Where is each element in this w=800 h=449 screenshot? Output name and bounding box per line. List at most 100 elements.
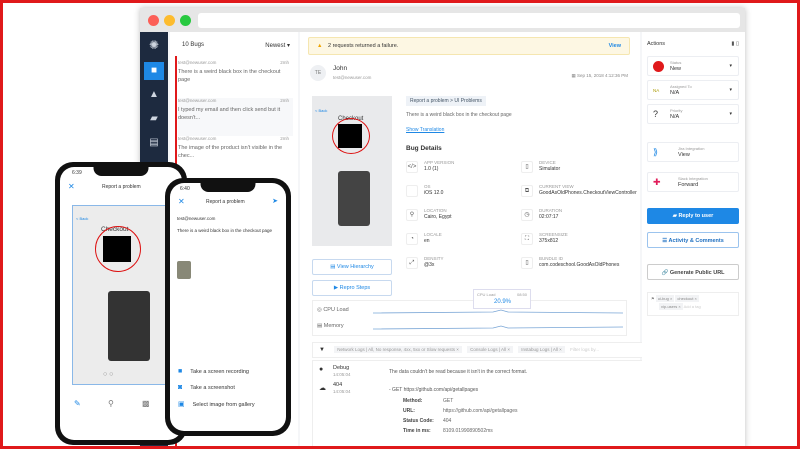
sidebar-crashes-icon[interactable]: ▲ (144, 86, 164, 104)
close-icon[interactable]: ✕ (178, 197, 185, 206)
filter-chip[interactable]: Instabug Logs | All × (518, 346, 565, 353)
assignee-dropdown[interactable]: NA Assigned To N/A ▾ (647, 80, 739, 100)
add-tag-input[interactable]: Add a tag (684, 304, 701, 309)
status-dropdown[interactable]: Status New ▾ (647, 56, 739, 76)
tooltip-value: 20.9% (494, 299, 512, 305)
repro-steps-button[interactable]: ▶ Repro Steps (312, 280, 392, 296)
magnifier-icon[interactable]: ⚲ (108, 399, 114, 408)
sidebar-chats-icon[interactable]: ▰ (144, 110, 164, 128)
detail-label: DENSITY (424, 256, 444, 261)
chevron-down-icon: ▾ (729, 87, 732, 93)
detail-icon: ◔ (406, 233, 418, 245)
tag[interactable]: vip-users × (659, 303, 683, 310)
gallery-option[interactable]: ▣ Select image from gallery (178, 400, 255, 408)
annotated-screenshot[interactable]: < Back Checkout ○ ○ (72, 205, 170, 385)
screenshot-option[interactable]: ◙ Take a screenshot (178, 384, 235, 391)
field-value: 404 (443, 418, 452, 424)
activity-comments-button[interactable]: ☰ Activity & Comments (647, 232, 739, 248)
log-time: 14:05:04 (333, 389, 351, 394)
option-label: Select image from gallery (192, 402, 255, 408)
tag[interactable]: checkout × (675, 295, 699, 302)
warning-icon: ▲ (317, 43, 323, 49)
activity-label: Activity & Comments (668, 238, 724, 244)
list-item[interactable]: test@newuser.com 2mh There is a weird blac… (178, 60, 293, 98)
item-email: test@newuser.com (178, 60, 217, 65)
detail-label: DURATION (539, 208, 563, 213)
filter-input[interactable]: Filter logs by... (570, 347, 599, 352)
sidebar-bugs-icon[interactable]: ■ (144, 62, 164, 80)
screenshot-thumbnail[interactable]: < Back Checkout (312, 96, 392, 246)
blur-icon[interactable]: ▩ (142, 399, 150, 408)
date-text: Sep 15, 2018 4:12:36 PM (576, 73, 628, 78)
detail-icon (406, 185, 418, 197)
phone-title: Report a problem (102, 184, 141, 190)
memory-line (373, 325, 623, 330)
priority-dropdown[interactable]: ? Priority N/A ▾ (647, 104, 739, 124)
email-field[interactable]: test@newuser.com (177, 216, 215, 221)
detail-value: @3x (424, 262, 435, 268)
item-time: 2mh (280, 60, 289, 65)
item-email: test@newuser.com (178, 136, 217, 141)
detail-value: Simulator (539, 166, 561, 172)
tooltip-label: CPU Load (477, 292, 496, 297)
jira-label: Jira Integration (678, 146, 705, 151)
detail-icon: ⤢ (406, 257, 418, 269)
tag[interactable]: ui-bug × (655, 295, 675, 302)
jira-integration[interactable]: ⟫ Jira Integration View (647, 142, 739, 162)
close-window-button[interactable] (148, 15, 159, 26)
list-item[interactable]: test@newuser.com 2mh The image of the prod… (178, 136, 293, 174)
attachment-thumbnail[interactable] (177, 261, 191, 279)
phone-time: 6:40 (180, 186, 190, 192)
maximize-window-button[interactable] (180, 15, 191, 26)
detail-value: en (424, 238, 430, 244)
banner-view-link[interactable]: View (609, 38, 621, 54)
info-icon: ● (319, 366, 324, 373)
pen-icon[interactable]: ✎ (74, 399, 81, 408)
detail-label: BUNDLE ID (539, 256, 564, 261)
item-text: There is a weird black box in the checko… (178, 69, 281, 83)
slack-value: Forward (678, 182, 699, 188)
sort-dropdown[interactable]: Newest ▾ (265, 42, 290, 49)
message-field[interactable]: There is a weird black box in the checko… (177, 227, 282, 234)
minimize-window-button[interactable] (164, 15, 175, 26)
filter-chip[interactable]: Network Logs | All, No response, 4xx, 5x… (334, 346, 462, 353)
field-key: URL: (403, 408, 415, 414)
list-item[interactable]: test@newuser.com 2mh I typed my email and … (178, 98, 293, 136)
detail-item: LOCALE en (424, 232, 519, 244)
screen-recording-option[interactable]: ■ Take a screen recording (178, 368, 249, 375)
option-label: Take a screen recording (190, 369, 249, 375)
export-delete-icons[interactable]: ▮ ▯ (731, 41, 739, 47)
failure-banner: ▲ 2 requests returned a failure. View (308, 37, 630, 55)
chevron-down-icon: ▾ (729, 63, 732, 69)
view-hierarchy-button[interactable]: ▤ View Hierarchy (312, 259, 392, 275)
jira-value: View (678, 152, 690, 158)
view-hierarchy-label: View Hierarchy (336, 264, 374, 270)
reply-to-user-button[interactable]: ▰ Reply to user (647, 208, 739, 224)
repro-steps-label: Repro Steps (339, 285, 371, 291)
bug-count: 10 Bugs (182, 42, 205, 48)
slack-integration[interactable]: ✚ Slack Integration Forward (647, 172, 739, 192)
cpu-line (373, 309, 623, 314)
generate-public-url-button[interactable]: 🔗 Generate Public URL (647, 264, 739, 280)
phone-screen: 6:40 ✕ Report a problem ➤ test@newuser.c… (170, 183, 286, 431)
report-category: Report a problem > UI Problems (406, 96, 486, 106)
zoom-controls[interactable]: ○ ○ (103, 371, 113, 378)
close-icon[interactable]: ✕ (68, 182, 75, 191)
sidebar-surveys-icon[interactable]: ▤ (144, 134, 164, 152)
tag-label: ui-bug (657, 296, 669, 301)
camera-icon: ◙ (178, 384, 183, 391)
cpu-load-label: ◎ CPU Load (317, 307, 349, 313)
detail-icon: ⧉ (521, 185, 533, 197)
item-email: test@newuser.com (178, 98, 217, 103)
detail-icon: ◷ (521, 209, 533, 221)
item-time: 2mh (280, 136, 289, 141)
video-icon: ■ (178, 368, 183, 375)
thumb-back: < Back (315, 108, 328, 113)
send-icon[interactable]: ➤ (272, 197, 278, 205)
detail-value: GoodAsOldPhones.CheckoutViewController (539, 190, 637, 196)
address-bar[interactable] (198, 13, 740, 28)
filter-chip[interactable]: Console Logs | All × (467, 346, 513, 353)
show-translation-link[interactable]: Show Translation (406, 127, 444, 133)
status-value: New (670, 66, 682, 72)
field-value: GET (443, 398, 454, 404)
